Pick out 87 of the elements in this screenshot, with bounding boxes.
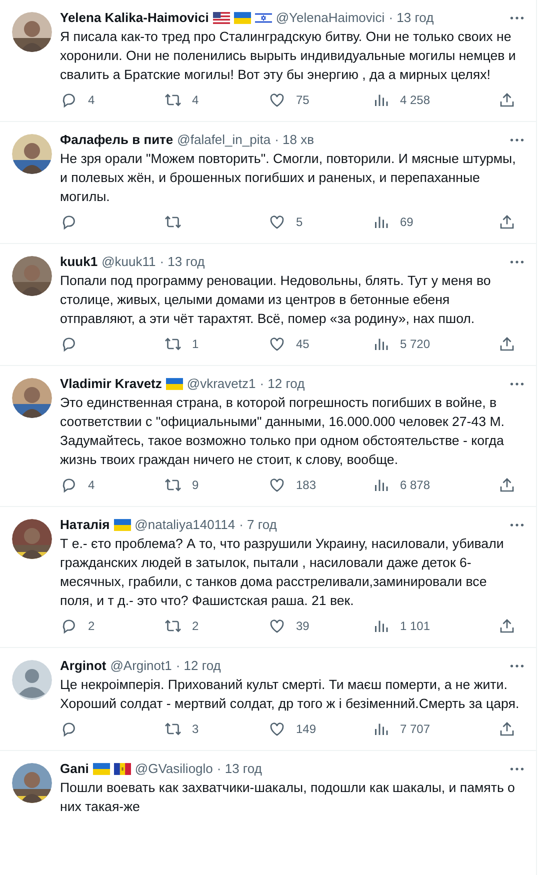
like-count: 75 (296, 93, 310, 107)
flag-icon (254, 12, 272, 24)
share-icon[interactable] (498, 617, 516, 635)
like-count: 5 (296, 215, 303, 229)
like-count: 149 (296, 722, 316, 736)
user-name[interactable]: Arginot (60, 656, 106, 675)
like-count: 39 (296, 619, 310, 633)
heart-icon[interactable] (268, 720, 286, 738)
share-icon[interactable] (498, 91, 516, 109)
heart-icon[interactable] (268, 476, 286, 494)
retweet-count: 2 (192, 619, 199, 633)
more-icon[interactable] (510, 382, 524, 386)
user-handle[interactable]: @kuuk11 (102, 252, 156, 271)
user-handle[interactable]: @falafel_in_pita (177, 130, 271, 149)
more-icon[interactable] (510, 138, 524, 142)
retweet-count: 4 (192, 93, 199, 107)
like-count: 45 (296, 337, 310, 351)
reply-count: 2 (88, 619, 95, 633)
reply-count: 4 (88, 93, 95, 107)
retweet-count: 3 (192, 722, 199, 736)
like-count: 183 (296, 478, 316, 492)
view-count: 1 101 (400, 619, 430, 633)
flag-icon (166, 378, 183, 390)
reply-icon[interactable] (60, 335, 78, 353)
heart-icon[interactable] (268, 91, 286, 109)
reply-icon[interactable] (60, 617, 78, 635)
user-name[interactable]: kuuk1 (60, 252, 98, 271)
more-icon[interactable] (510, 16, 524, 20)
share-icon[interactable] (498, 720, 516, 738)
tweet-text: Не зря орали "Можем повторить". Смогли, повторили. И мясные штурмы, и полевых жён, и брошенных погибших и раненых, и перепаханные могилы. (60, 150, 517, 206)
retweet-icon[interactable] (164, 476, 182, 494)
view-count: 7 707 (400, 722, 430, 736)
tweet-text: Попали под программу реновации. Недовольны, блять. Тут у меня во столице, живых, целыми домами из центров в бетонные ебеня отправляют, а эти чёт тарахтят. Всё, помер «за родину», нах пшол. (60, 272, 492, 328)
tweet-text: Я писала как-то тред про Сталинградскую битву. Они не только своих не хоронили. Они не поленились вырыть индивидуальные могилы немцев и свалить а Братские могилы! Вот эту бы энергию , да а мирных целях! (60, 28, 517, 84)
timestamp[interactable]: · 12 год (260, 374, 305, 393)
flag-icon (212, 12, 230, 24)
view-count: 4 258 (400, 93, 430, 107)
user-name[interactable]: Vladimir Kravetz (60, 374, 162, 393)
retweet-icon[interactable] (164, 91, 182, 109)
reply-icon[interactable] (60, 91, 78, 109)
timestamp[interactable]: · 12 год (176, 656, 221, 675)
share-icon[interactable] (498, 476, 516, 494)
user-handle[interactable]: @YelenaHaimovici (276, 8, 385, 27)
user-name[interactable]: Наталія (60, 515, 110, 534)
view-count: 6 878 (400, 478, 430, 492)
more-icon[interactable] (510, 664, 524, 668)
timestamp[interactable]: · 13 год (388, 8, 434, 27)
more-icon[interactable] (510, 766, 524, 770)
user-name[interactable]: Yelena Kalika-Haimovici (60, 8, 209, 27)
view-count: 5 720 (400, 337, 430, 351)
flag-icon (114, 762, 131, 774)
reply-count: 4 (88, 478, 95, 492)
retweet-count: 9 (192, 478, 199, 492)
reply-icon[interactable] (60, 476, 78, 494)
timestamp[interactable]: · 18 хв (274, 130, 314, 149)
flag-icon (92, 762, 110, 774)
heart-icon[interactable] (268, 213, 286, 231)
view-count: 69 (400, 215, 414, 229)
retweet-icon[interactable] (164, 335, 182, 353)
retweet-icon[interactable] (164, 720, 182, 738)
more-icon[interactable] (510, 522, 524, 526)
tweet-text: Т е.- єто проблема? А то, что разрушили Украину, насиловали, убивали гражданских людей в затылок, пытали , насиловали даже деток 6-месячных, грабили, с танков дома расстреливали,заминировали все поля, и т д.- это что? Фашистская раша. 21 век. (60, 535, 505, 610)
timestamp[interactable]: · 7 год (239, 515, 277, 534)
more-icon[interactable] (510, 260, 524, 264)
heart-icon[interactable] (268, 617, 286, 635)
user-handle[interactable]: @vkravetz1 (186, 374, 256, 393)
tweet-text: Це некроімперія. Прихований культ смерті. Ти маєш померти, а не жити. Хороший солдат - мертвий солдат, др того ж і безіменний.Смерть за царя. (60, 676, 520, 713)
share-icon[interactable] (498, 213, 516, 231)
reply-icon[interactable] (60, 213, 78, 231)
user-name[interactable]: Gani (60, 759, 89, 778)
tweet-text: Пошли воевать как захватчики-шакалы, подошли как шакалы, и память о них такая-же (60, 779, 516, 816)
flag-icon (114, 518, 131, 530)
user-handle[interactable]: @GVasilioglo (134, 759, 213, 778)
flag-icon (234, 12, 251, 24)
timestamp[interactable]: · 13 год (160, 252, 205, 271)
retweet-count: 1 (192, 337, 199, 351)
retweet-icon[interactable] (164, 617, 182, 635)
user-handle[interactable]: @Arginot1 (110, 656, 172, 675)
tweet-text: Это единственная страна, в которой погрешность погибших в войне, в соответствии с "официальными" данными, 16.000.000 человек 27-43 М. Задумайтесь, такое возможно только при одном обстоятельстве - когда жизнь твоих граждан ничего не стоит, к слову, вообще. (60, 394, 506, 469)
share-icon[interactable] (498, 335, 516, 353)
user-handle[interactable]: @nataliya140114 (134, 515, 236, 534)
reply-icon[interactable] (60, 720, 78, 738)
avatar-icon[interactable] (12, 660, 52, 700)
timestamp[interactable]: · 13 год (216, 759, 262, 778)
retweet-icon[interactable] (164, 213, 182, 231)
heart-icon[interactable] (268, 335, 286, 353)
user-name[interactable]: Фалафель в пите (60, 130, 174, 149)
